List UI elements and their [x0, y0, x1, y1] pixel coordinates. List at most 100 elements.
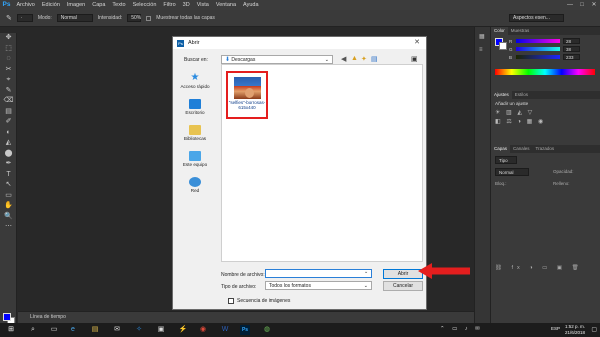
slider-r-track[interactable]: [516, 39, 560, 43]
workspace-select[interactable]: Aspectos esen...: [509, 14, 564, 22]
tool-icon-13[interactable]: T: [0, 170, 17, 181]
intensity-field[interactable]: 50%: [127, 14, 141, 22]
tool-icon-3[interactable]: ✂: [0, 65, 17, 76]
taskbar-clock[interactable]: 1:52 p. m. 21/6/2018: [565, 324, 585, 336]
mode-select[interactable]: Normal: [56, 14, 93, 22]
menu-imagen[interactable]: Imagen: [63, 0, 88, 10]
explorer-icon[interactable]: ▤: [90, 325, 100, 335]
tab-muestras[interactable]: Muestras: [508, 27, 533, 35]
system-tray-icons[interactable]: ⌃ ▭ ♪ ✉: [440, 326, 483, 332]
tab-color[interactable]: Color: [491, 27, 508, 35]
tab-trazados[interactable]: Trazados: [533, 145, 558, 153]
slider-b-track[interactable]: [516, 55, 560, 59]
tab-capas[interactable]: Capas: [491, 145, 511, 153]
menu-archivo[interactable]: Archivo: [13, 0, 38, 10]
tool-icon-9[interactable]: ◐: [0, 128, 17, 139]
tool-preset-icon[interactable]: ✎: [6, 14, 12, 22]
tool-icon-10[interactable]: ◭: [0, 138, 17, 149]
file-item-selfies[interactable]: "selfies"-borrosas-615x440: [226, 71, 268, 119]
slider-g[interactable]: G 38: [491, 45, 600, 53]
tool-icon-4[interactable]: ⌖: [0, 75, 17, 86]
slider-b[interactable]: B 233: [491, 53, 600, 61]
cancel-button[interactable]: Cancelar: [383, 281, 423, 291]
menu-seleccion[interactable]: Selección: [129, 0, 160, 10]
language-indicator[interactable]: ESP: [551, 326, 560, 331]
task-view-icon[interactable]: ▭: [49, 325, 59, 335]
dialog-close-icon[interactable]: ✕: [411, 37, 423, 49]
menu-edicion[interactable]: Edición: [38, 0, 63, 10]
notifications-icon[interactable]: ▢: [591, 326, 597, 333]
foreground-color-swatch[interactable]: [3, 313, 11, 321]
mail-icon[interactable]: ✉: [112, 325, 122, 335]
tab-ajustes[interactable]: Ajustes: [491, 91, 512, 99]
word-icon[interactable]: W: [220, 325, 230, 335]
lookin-select[interactable]: ⬇ Descargas ⌄: [221, 55, 333, 64]
tool-icon-16[interactable]: ✋: [0, 201, 17, 212]
adjust-icons-row2[interactable]: ◧ ⚖ ◑ ▦ ◉: [491, 117, 600, 126]
layers-footer-icons[interactable]: ⛓ fx ◑ ▭ ▣ 🗑: [495, 265, 583, 271]
tool-icon-7[interactable]: ▤: [0, 107, 17, 118]
tool-icon-2[interactable]: ◌: [0, 54, 17, 65]
tool-icon-5[interactable]: ✎: [0, 86, 17, 97]
tool-icon-18[interactable]: ⋯: [0, 222, 17, 233]
place-this-pc[interactable]: Este equipo: [175, 151, 215, 167]
sample-all-checkbox[interactable]: [146, 15, 152, 21]
place-network[interactable]: Red: [175, 177, 215, 193]
brush-size-field[interactable]: ·: [16, 14, 33, 22]
tool-icon-14[interactable]: ↖: [0, 180, 17, 191]
slider-r[interactable]: R 28: [491, 37, 600, 45]
menu-capa[interactable]: Capa: [89, 0, 109, 10]
app-taskbar-icon[interactable]: ◍: [262, 325, 272, 335]
menu-ayuda[interactable]: Ayuda: [240, 0, 263, 10]
edge-icon[interactable]: e: [68, 325, 78, 335]
store-icon[interactable]: ▣: [156, 325, 166, 335]
tool-icon-17[interactable]: 🔍: [0, 212, 17, 223]
tool-icon-15[interactable]: ▭: [0, 191, 17, 202]
tab-estilos[interactable]: Estilos: [512, 91, 531, 99]
filename-input[interactable]: [265, 269, 372, 278]
preview-pane-icon[interactable]: ▣: [411, 55, 418, 63]
tab-canales[interactable]: Canales: [510, 145, 533, 153]
open-button[interactable]: Abrir: [383, 269, 423, 279]
tool-icon-1[interactable]: ⬚: [0, 44, 17, 55]
view-menu-icon[interactable]: ▤: [371, 55, 378, 63]
tool-icon-12[interactable]: ✒: [0, 159, 17, 170]
layers-blend-mode[interactable]: Normal: [495, 168, 529, 176]
tool-icon-8[interactable]: ✐: [0, 117, 17, 128]
tool-icon-11[interactable]: ⬤: [0, 149, 17, 160]
history-icon[interactable]: ▦: [479, 33, 485, 40]
minimize-icon[interactable]: —: [564, 0, 576, 10]
search-icon[interactable]: ⌕: [28, 325, 38, 335]
menu-ventana[interactable]: Ventana: [212, 0, 239, 10]
bluetooth-icon[interactable]: ⚡: [178, 325, 188, 335]
file-list[interactable]: "selfies"-borrosas-615x440: [221, 64, 423, 262]
close-icon[interactable]: ✕: [588, 0, 600, 10]
menu-filtro[interactable]: Filtro: [160, 0, 179, 10]
filename-dropdown-icon[interactable]: ⌄: [364, 269, 368, 275]
dropbox-icon[interactable]: ✧: [134, 325, 144, 335]
place-libraries[interactable]: Bibliotecas: [175, 125, 215, 141]
menu-3d[interactable]: 3D: [179, 0, 193, 10]
new-folder-icon[interactable]: ✦: [361, 55, 367, 63]
tool-icon-6[interactable]: ⌫: [0, 96, 17, 107]
color-spectrum-bar[interactable]: [495, 69, 595, 75]
layers-kind-filter[interactable]: Tipo: [495, 156, 517, 164]
slider-g-track[interactable]: [516, 47, 560, 51]
slider-b-value[interactable]: 233: [563, 54, 580, 60]
place-quick-access[interactable]: ★ Acceso rápido: [175, 73, 215, 90]
back-icon[interactable]: ◀: [341, 55, 346, 63]
menu-vista[interactable]: Vista: [193, 0, 212, 10]
tool-icon-0[interactable]: ✥: [0, 33, 17, 44]
windows-start-icon[interactable]: ⊞: [6, 325, 16, 335]
chrome-icon[interactable]: ◉: [198, 325, 208, 335]
slider-r-value[interactable]: 28: [563, 38, 580, 44]
adjust-icons-row1[interactable]: ☀ ▥ ◭ ▽: [491, 108, 600, 117]
filetype-select[interactable]: Todos los formatos ⌄: [265, 281, 372, 290]
menu-texto[interactable]: Texto: [109, 0, 129, 10]
photoshop-taskbar-icon[interactable]: Ps: [240, 325, 250, 335]
panel-background-swatch[interactable]: [499, 42, 507, 50]
image-sequence-checkbox[interactable]: [228, 298, 234, 304]
maximize-icon[interactable]: □: [576, 0, 588, 10]
slider-g-value[interactable]: 38: [563, 46, 580, 52]
timeline-panel[interactable]: Línea de tiempo: [18, 311, 474, 323]
